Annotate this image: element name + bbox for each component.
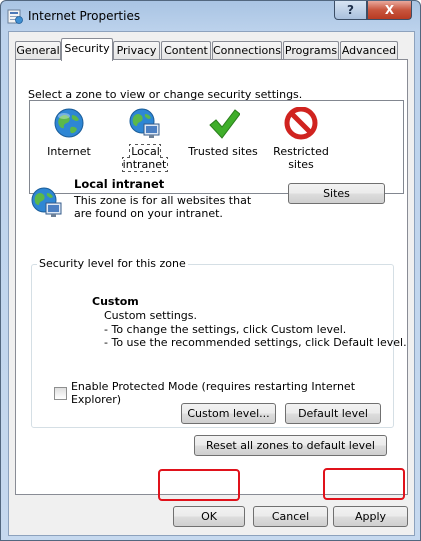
tab-advanced[interactable]: Advanced bbox=[340, 41, 398, 60]
tab-privacy[interactable]: Privacy bbox=[113, 41, 160, 60]
internet-properties-window: Internet Properties ? X General Security… bbox=[0, 0, 421, 541]
apply-button[interactable]: Apply bbox=[333, 506, 408, 527]
zone-label: Internet bbox=[47, 145, 91, 158]
restricted-icon bbox=[284, 107, 318, 140]
security-tab-panel: Select a zone to view or change security… bbox=[15, 59, 408, 495]
level-line: Custom settings. bbox=[104, 309, 198, 322]
security-level-description: Custom settings. - To change the setting… bbox=[104, 309, 407, 350]
level-line: - To use the recommended settings, click… bbox=[104, 336, 407, 349]
close-button[interactable]: X bbox=[367, 1, 412, 20]
reset-all-zones-button[interactable]: Reset all zones to default level bbox=[194, 435, 387, 456]
zone-restricted-sites[interactable]: Restricted sites bbox=[266, 107, 336, 171]
ok-button[interactable]: OK bbox=[173, 506, 245, 527]
level-line: - To change the settings, click Custom l… bbox=[104, 322, 347, 336]
ok-highlight-annotation bbox=[158, 469, 240, 501]
zone-label: Restricted sites bbox=[273, 145, 329, 171]
security-level-legend: Security level for this zone bbox=[37, 257, 188, 270]
help-icon: ? bbox=[347, 3, 354, 17]
custom-level-button[interactable]: Custom level... bbox=[181, 403, 276, 424]
internet-properties-icon bbox=[7, 9, 23, 24]
tab-security[interactable]: Security bbox=[61, 38, 113, 61]
zone-label: Local intranet bbox=[121, 144, 169, 172]
tab-connections[interactable]: Connections bbox=[212, 41, 282, 60]
zone-detail-title: Local intranet bbox=[74, 177, 165, 191]
zone-detail-description: This zone is for all websites that are f… bbox=[74, 194, 252, 220]
tab-programs[interactable]: Programs bbox=[283, 41, 339, 60]
checkmark-icon bbox=[209, 109, 240, 139]
window-title: Internet Properties bbox=[28, 9, 141, 23]
zone-trusted-sites[interactable]: Trusted sites bbox=[188, 107, 258, 158]
intranet-icon bbox=[129, 108, 160, 138]
close-icon: X bbox=[384, 3, 395, 17]
apply-highlight-annotation bbox=[323, 468, 405, 500]
tab-content[interactable]: Content bbox=[161, 41, 211, 60]
globe-icon bbox=[54, 108, 84, 138]
security-level-title: Custom bbox=[92, 295, 139, 308]
zone-internet[interactable]: Internet bbox=[34, 107, 104, 158]
sites-button[interactable]: Sites bbox=[288, 183, 385, 204]
title-bar[interactable]: Internet Properties ? X bbox=[1, 1, 420, 31]
protected-mode-checkbox[interactable] bbox=[54, 386, 67, 400]
dialog-body: General Security Privacy Content Connect… bbox=[8, 31, 415, 536]
zone-local-intranet[interactable]: Local intranet bbox=[110, 107, 180, 172]
help-button[interactable]: ? bbox=[334, 1, 367, 20]
tab-general[interactable]: General bbox=[15, 41, 61, 60]
cancel-button[interactable]: Cancel bbox=[253, 506, 328, 527]
zone-label: Trusted sites bbox=[188, 145, 258, 158]
intranet-icon bbox=[31, 187, 62, 217]
default-level-button[interactable]: Default level bbox=[285, 403, 381, 424]
